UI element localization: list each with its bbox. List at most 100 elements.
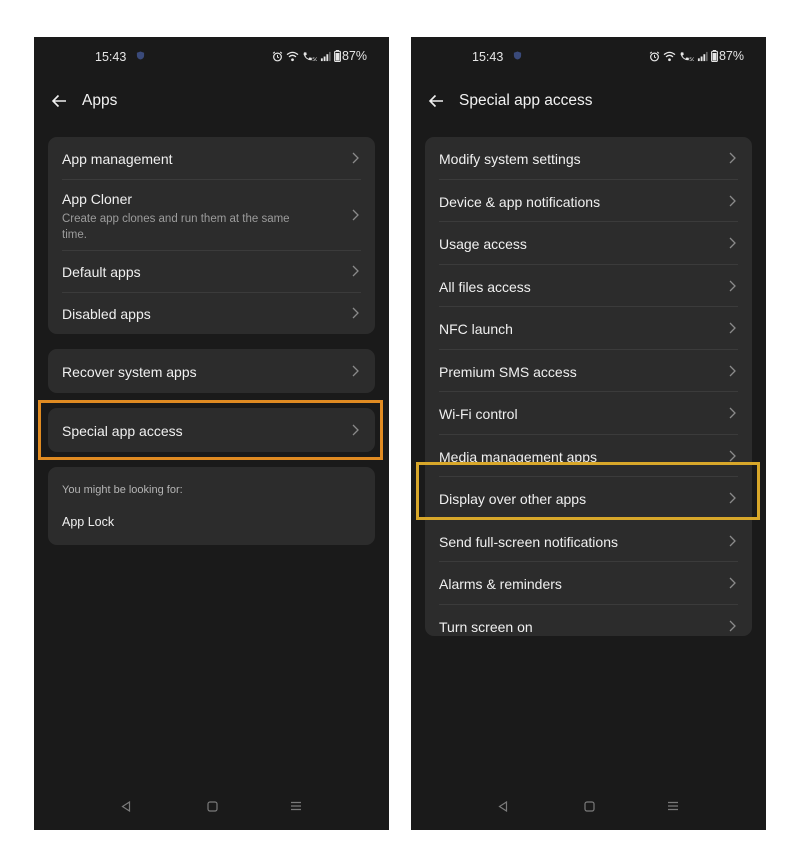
svg-text:5G: 5G bbox=[312, 57, 317, 62]
status-time: 15:43 bbox=[95, 50, 127, 64]
row-label: Media management apps bbox=[439, 448, 597, 465]
nav-home-button[interactable] bbox=[204, 798, 220, 814]
battery-percent: 87% bbox=[718, 49, 744, 63]
app-bar: Apps bbox=[34, 89, 389, 113]
nav-back-icon bbox=[121, 800, 131, 812]
page-title: Apps bbox=[82, 92, 118, 109]
list-item-recover-system-apps[interactable]: Recover system apps bbox=[62, 349, 361, 393]
list-item-disabled-apps[interactable]: Disabled apps bbox=[62, 293, 361, 335]
list-item-app-cloner[interactable]: App Cloner Create app clones and run the… bbox=[62, 180, 361, 251]
row-label: All files access bbox=[439, 278, 531, 295]
row-label: Default apps bbox=[62, 264, 141, 280]
list-item[interactable]: Turn screen on bbox=[439, 605, 738, 647]
back-arrow-icon bbox=[428, 94, 443, 108]
chevron-right-icon bbox=[729, 620, 736, 631]
row-label: App management bbox=[62, 151, 173, 167]
special-access-list: Modify system settings Device & app notif… bbox=[425, 137, 752, 636]
row-label: Disabled apps bbox=[62, 306, 151, 322]
volte-icon: 5G bbox=[680, 51, 694, 62]
special-access-group: Special app access bbox=[48, 408, 375, 452]
suggestions-card: You might be looking for: App Lock bbox=[48, 467, 375, 545]
list-item[interactable]: All files access bbox=[439, 265, 738, 307]
row-label: Alarms & reminders bbox=[439, 576, 562, 592]
list-item[interactable]: Modify system settings bbox=[439, 137, 738, 180]
nav-back-button[interactable] bbox=[118, 798, 134, 814]
row-label: Modify system settings bbox=[439, 151, 581, 167]
svg-text:5G: 5G bbox=[689, 57, 694, 62]
row-label: Premium SMS access bbox=[439, 363, 577, 380]
row-label: Special app access bbox=[62, 423, 183, 439]
nav-home-icon bbox=[583, 800, 595, 812]
vpn-shield-icon bbox=[513, 51, 522, 60]
chevron-right-icon bbox=[729, 195, 736, 206]
vpn-shield-icon bbox=[136, 51, 145, 60]
chevron-right-icon bbox=[729, 322, 736, 334]
status-bar: 15:43 5G 87% bbox=[34, 37, 389, 77]
list-item[interactable]: NFC launch bbox=[439, 307, 738, 350]
chevron-right-icon bbox=[352, 307, 359, 319]
chevron-right-icon bbox=[729, 577, 736, 589]
wifi-icon bbox=[286, 51, 299, 61]
list-item-special-app-access[interactable]: Special app access bbox=[62, 408, 361, 452]
list-item[interactable]: Media management apps bbox=[439, 435, 738, 477]
nav-recents-icon bbox=[291, 801, 301, 811]
row-label: App Cloner bbox=[62, 191, 133, 207]
row-label: Wi-Fi control bbox=[439, 406, 518, 422]
back-button[interactable] bbox=[425, 91, 447, 111]
list-item[interactable]: Premium SMS access bbox=[439, 350, 738, 392]
list-item[interactable]: Display over other apps bbox=[439, 477, 738, 520]
nav-home-icon bbox=[206, 800, 218, 812]
phone-screen-special-app-access: 15:43 5G 87% Special app access Modify s… bbox=[411, 37, 766, 830]
list-item[interactable]: Alarms & reminders bbox=[439, 562, 738, 605]
chevron-right-icon bbox=[729, 365, 736, 376]
status-icons: 5G 87% bbox=[649, 49, 744, 63]
page-title: Special app access bbox=[459, 92, 593, 109]
chevron-right-icon bbox=[729, 152, 736, 164]
battery-percent: 87% bbox=[341, 49, 367, 63]
list-item[interactable]: Device & app notifications bbox=[439, 180, 738, 222]
row-label: Usage access bbox=[439, 236, 527, 252]
chevron-right-icon bbox=[352, 424, 359, 436]
wifi-icon bbox=[663, 51, 676, 61]
row-label: Turn screen on bbox=[439, 618, 533, 635]
nav-recents-icon bbox=[668, 801, 678, 811]
battery-icon bbox=[334, 50, 341, 62]
suggestions-title: You might be looking for: bbox=[62, 484, 183, 496]
chevron-right-icon bbox=[729, 450, 736, 461]
chevron-right-icon bbox=[352, 152, 359, 164]
signal-icon bbox=[320, 51, 331, 61]
signal-icon bbox=[697, 51, 708, 61]
row-label: Recover system apps bbox=[62, 364, 197, 380]
nav-back-button[interactable] bbox=[495, 798, 511, 814]
row-label: Device & app notifications bbox=[439, 193, 601, 210]
nav-home-button[interactable] bbox=[581, 798, 597, 814]
back-arrow-icon bbox=[51, 94, 66, 108]
row-label: Display over other apps bbox=[439, 491, 587, 507]
chevron-right-icon bbox=[352, 365, 359, 377]
system-nav-bar bbox=[411, 798, 766, 818]
nav-recents-button[interactable] bbox=[288, 798, 304, 814]
chevron-right-icon bbox=[729, 492, 736, 504]
system-nav-bar bbox=[34, 798, 389, 818]
recover-group: Recover system apps bbox=[48, 349, 375, 393]
list-item-default-apps[interactable]: Default apps bbox=[62, 251, 361, 293]
nav-recents-button[interactable] bbox=[665, 798, 681, 814]
volte-icon: 5G bbox=[303, 51, 317, 62]
chevron-right-icon bbox=[729, 535, 736, 546]
chevron-right-icon bbox=[352, 265, 359, 277]
alarm-icon bbox=[272, 51, 283, 61]
suggestion-app-lock[interactable]: App Lock bbox=[62, 515, 114, 529]
list-item-app-management[interactable]: App management bbox=[62, 137, 361, 180]
chevron-right-icon bbox=[729, 407, 736, 419]
nav-back-icon bbox=[498, 800, 508, 812]
chevron-right-icon bbox=[352, 209, 359, 221]
alarm-icon bbox=[649, 51, 660, 61]
list-item[interactable]: Wi-Fi control bbox=[439, 392, 738, 435]
row-subtitle: Create app clones and run them at the sa… bbox=[62, 213, 290, 241]
list-item[interactable]: Send full-screen notifications bbox=[439, 520, 738, 562]
back-button[interactable] bbox=[48, 91, 70, 111]
status-time: 15:43 bbox=[472, 50, 504, 64]
row-label: Send full-screen notifications bbox=[439, 533, 618, 550]
battery-icon bbox=[711, 50, 718, 62]
list-item[interactable]: Usage access bbox=[439, 222, 738, 265]
